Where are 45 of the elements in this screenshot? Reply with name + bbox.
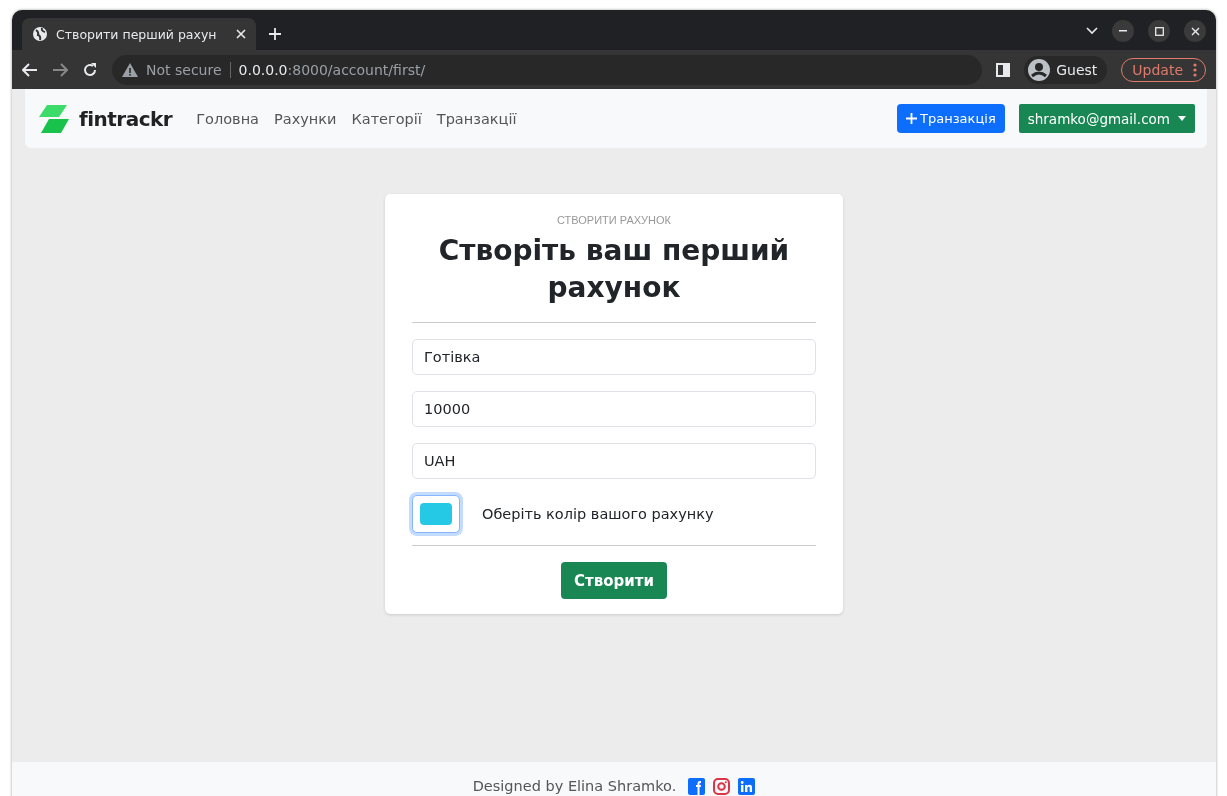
nav-link[interactable]: Категорії	[351, 110, 422, 127]
sidebar-icon[interactable]	[996, 62, 1011, 77]
brand-name[interactable]: fintrackr	[79, 106, 173, 131]
avatar-icon	[1028, 58, 1051, 81]
forward-icon[interactable]	[52, 62, 68, 77]
url-text: 0.0.0.0:8000/account/first/	[229, 61, 426, 78]
plus-icon	[906, 113, 918, 124]
create-button[interactable]: Створити	[561, 562, 667, 599]
back-icon[interactable]	[22, 62, 38, 77]
address-bar[interactable]: Not secure 0.0.0.0:8000/account/first/	[112, 54, 983, 85]
reload-icon[interactable]	[82, 61, 98, 78]
nav-link[interactable]: Транзакції	[436, 110, 517, 127]
close-window-button[interactable]	[1184, 20, 1206, 42]
input-field[interactable]: UAH	[412, 443, 816, 479]
nav-link[interactable]: Рахунки	[274, 110, 337, 127]
maximize-icon	[1154, 26, 1164, 36]
footer-text: Designed by Elina Shramko.	[472, 778, 677, 794]
form-title: Створіть ваш перший рахунок	[437, 233, 791, 306]
profile-button[interactable]: Guest	[1024, 55, 1108, 84]
close-icon[interactable]	[236, 29, 246, 39]
close-icon	[1190, 26, 1200, 36]
input-field[interactable]: Готівка	[412, 339, 816, 375]
security-label: Not secure	[146, 61, 222, 78]
user-menu-button[interactable]: shramko@gmail.com	[1018, 104, 1195, 133]
minimize-button[interactable]	[1112, 20, 1134, 42]
tab-title: Створити перший рахун	[56, 26, 218, 42]
maximize-button[interactable]	[1148, 20, 1170, 42]
globe-icon	[32, 26, 48, 42]
caret-icon	[1178, 116, 1186, 121]
instagram-icon[interactable]	[713, 777, 731, 795]
chevron-down-icon[interactable]	[1086, 27, 1098, 35]
form-eyebrow: СТВОРИТИ РАХУНОК	[557, 214, 671, 226]
logo-icon	[37, 102, 71, 135]
add-transaction-button[interactable]: Транзакція	[897, 104, 1005, 133]
warning-icon	[122, 62, 138, 77]
input-field[interactable]: 10000	[412, 391, 816, 427]
color-picker[interactable]	[412, 495, 460, 533]
new-tab-icon[interactable]	[268, 27, 282, 41]
linkedin-icon[interactable]	[738, 777, 756, 795]
more-icon	[1193, 62, 1197, 77]
minimize-icon	[1119, 30, 1127, 32]
color-label: Оберіть колір вашого рахунку	[482, 506, 714, 522]
facebook-icon[interactable]	[688, 777, 706, 795]
nav-link[interactable]: Головна	[196, 110, 259, 127]
browser-tab[interactable]: Створити перший рахун	[22, 18, 256, 50]
